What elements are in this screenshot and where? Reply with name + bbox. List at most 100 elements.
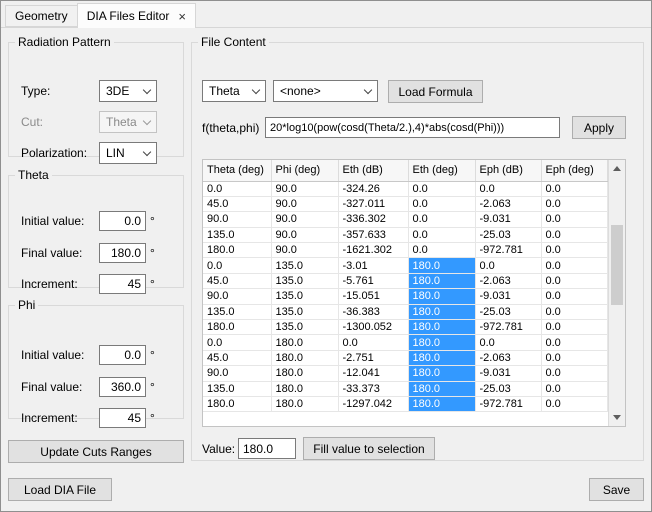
value-input[interactable] (238, 438, 296, 459)
table-cell[interactable]: -1297.042 (338, 396, 408, 411)
table-cell[interactable]: -357.633 (338, 227, 408, 242)
phi-initial-input[interactable] (99, 345, 146, 365)
table-cell[interactable]: 135.0 (271, 273, 338, 288)
table-cell[interactable]: 180.0 (203, 243, 271, 258)
table-header-cell[interactable]: Theta (deg) (203, 160, 271, 181)
fill-value-button[interactable]: Fill value to selection (303, 437, 435, 460)
table-cell[interactable]: 180.0 (408, 320, 475, 335)
table-cell[interactable]: -2.751 (338, 350, 408, 365)
theta-final-input[interactable] (99, 243, 146, 263)
table-header-cell[interactable]: Eth (deg) (408, 160, 475, 181)
formula-preset-dropdown[interactable]: <none> (273, 80, 378, 102)
table-header-cell[interactable]: Eth (dB) (338, 160, 408, 181)
table-cell[interactable]: 0.0 (408, 181, 475, 196)
table-cell[interactable]: 0.0 (203, 258, 271, 273)
table-cell[interactable]: 0.0 (408, 243, 475, 258)
table-cell[interactable]: 0.0 (541, 350, 607, 365)
table-cell[interactable]: 0.0 (541, 396, 607, 411)
table-header-cell[interactable]: Phi (deg) (271, 160, 338, 181)
table-cell[interactable]: -12.041 (338, 366, 408, 381)
table-cell[interactable]: 0.0 (408, 227, 475, 242)
table-cell[interactable]: 45.0 (203, 273, 271, 288)
table-cell[interactable]: 135.0 (203, 304, 271, 319)
table-cell[interactable]: -5.761 (338, 273, 408, 288)
load-formula-button[interactable]: Load Formula (388, 80, 483, 103)
table-cell[interactable]: 90.0 (271, 243, 338, 258)
table-cell[interactable]: 0.0 (541, 366, 607, 381)
table-cell[interactable]: 90.0 (271, 181, 338, 196)
table-cell[interactable]: -2.063 (475, 273, 541, 288)
table-cell[interactable]: 90.0 (203, 212, 271, 227)
table-cell[interactable]: 0.0 (475, 258, 541, 273)
table-cell[interactable]: 0.0 (408, 196, 475, 211)
table-cell[interactable]: -972.781 (475, 243, 541, 258)
column-dropdown[interactable]: Theta (202, 80, 266, 102)
table-cell[interactable]: 0.0 (541, 243, 607, 258)
table-cell[interactable]: 180.0 (408, 289, 475, 304)
scrollbar-track[interactable] (609, 177, 625, 409)
load-dia-file-button[interactable]: Load DIA File (8, 478, 112, 501)
table-cell[interactable]: 135.0 (203, 227, 271, 242)
table-cell[interactable]: 180.0 (408, 366, 475, 381)
table-cell[interactable]: 135.0 (271, 289, 338, 304)
table-cell[interactable]: -1621.302 (338, 243, 408, 258)
table-cell[interactable]: -33.373 (338, 381, 408, 396)
table-cell[interactable]: -336.302 (338, 212, 408, 227)
theta-initial-input[interactable] (99, 211, 146, 231)
table-cell[interactable]: 180.0 (271, 350, 338, 365)
table-cell[interactable]: 0.0 (541, 258, 607, 273)
phi-increment-input[interactable] (99, 408, 146, 428)
tab-dia-files-editor[interactable]: DIA Files Editor × (77, 3, 196, 28)
table-cell[interactable]: 90.0 (271, 212, 338, 227)
table-cell[interactable]: -25.03 (475, 227, 541, 242)
table-cell[interactable]: 90.0 (271, 196, 338, 211)
table-cell[interactable]: 135.0 (271, 258, 338, 273)
table-cell[interactable]: -25.03 (475, 304, 541, 319)
table-cell[interactable]: 180.0 (271, 366, 338, 381)
table-cell[interactable]: -25.03 (475, 381, 541, 396)
table-cell[interactable]: 180.0 (203, 320, 271, 335)
table-cell[interactable]: 0.0 (541, 381, 607, 396)
table-cell[interactable]: 0.0 (541, 273, 607, 288)
table-cell[interactable]: -3.01 (338, 258, 408, 273)
table-cell[interactable]: 0.0 (541, 196, 607, 211)
table-cell[interactable]: 0.0 (541, 335, 607, 350)
table-cell[interactable]: 180.0 (271, 335, 338, 350)
tab-close-icon[interactable]: × (178, 10, 186, 23)
table-cell[interactable]: -9.031 (475, 289, 541, 304)
scroll-down-icon[interactable] (609, 409, 625, 426)
table-cell[interactable]: 135.0 (271, 320, 338, 335)
table-cell[interactable]: 90.0 (203, 289, 271, 304)
phi-final-input[interactable] (99, 377, 146, 397)
table-cell[interactable]: -9.031 (475, 366, 541, 381)
table-cell[interactable]: 180.0 (408, 335, 475, 350)
table-cell[interactable]: 180.0 (408, 396, 475, 411)
table-cell[interactable]: -972.781 (475, 396, 541, 411)
table-cell[interactable]: -2.063 (475, 196, 541, 211)
table-cell[interactable]: -324.26 (338, 181, 408, 196)
formula-input[interactable] (265, 117, 560, 138)
table-cell[interactable]: 45.0 (203, 196, 271, 211)
table-cell[interactable]: 0.0 (475, 335, 541, 350)
table-cell[interactable]: 0.0 (541, 212, 607, 227)
table-header-cell[interactable]: Eph (deg) (541, 160, 607, 181)
table-cell[interactable]: 0.0 (338, 335, 408, 350)
table-cell[interactable]: 0.0 (203, 181, 271, 196)
table-cell[interactable]: 0.0 (541, 320, 607, 335)
scroll-up-icon[interactable] (609, 160, 625, 177)
vertical-scrollbar[interactable] (608, 160, 625, 426)
tab-geometry[interactable]: Geometry (5, 5, 78, 27)
table-cell[interactable]: 0.0 (541, 289, 607, 304)
table-cell[interactable]: 135.0 (203, 381, 271, 396)
type-dropdown[interactable]: 3DE (99, 80, 157, 102)
table-cell[interactable]: 180.0 (408, 273, 475, 288)
polarization-dropdown[interactable]: LIN (99, 142, 157, 164)
table-cell[interactable]: 180.0 (408, 381, 475, 396)
table-cell[interactable]: 90.0 (271, 227, 338, 242)
update-cuts-ranges-button[interactable]: Update Cuts Ranges (8, 440, 184, 463)
table-cell[interactable]: -15.051 (338, 289, 408, 304)
table-cell[interactable]: -972.781 (475, 320, 541, 335)
table-cell[interactable]: -1300.052 (338, 320, 408, 335)
save-button[interactable]: Save (589, 478, 644, 501)
table-cell[interactable]: 0.0 (408, 212, 475, 227)
